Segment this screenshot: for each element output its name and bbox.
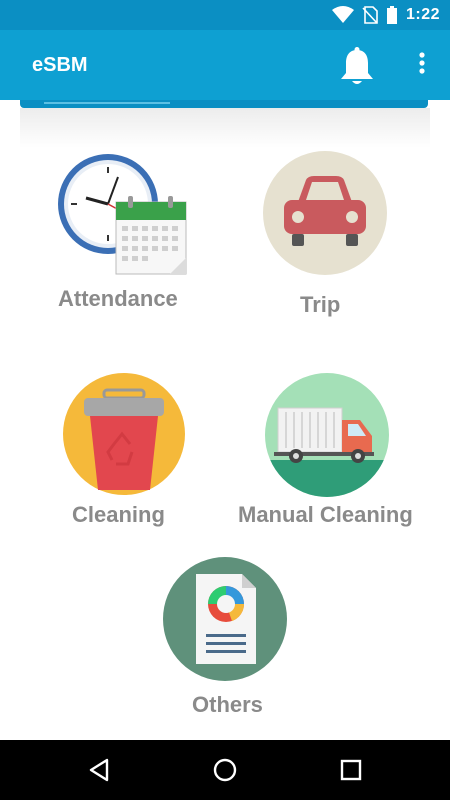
- overflow-menu-icon[interactable]: [410, 50, 434, 80]
- navigation-bar: [0, 740, 450, 800]
- trip-tile[interactable]: Trip: [260, 150, 390, 325]
- back-icon[interactable]: [87, 757, 113, 783]
- clock-calendar-icon: [58, 154, 187, 275]
- collapsed-panel: [20, 100, 428, 108]
- status-icons: 1:22: [331, 6, 440, 24]
- cleaning-tile[interactable]: Cleaning: [60, 372, 190, 532]
- trip-label: Trip: [300, 292, 341, 317]
- cleaning-label: Cleaning: [72, 502, 165, 527]
- home-icon[interactable]: [212, 757, 238, 783]
- no-sim-icon: [362, 6, 378, 24]
- card-shadow: [20, 108, 430, 148]
- status-time: 1:22: [405, 6, 440, 23]
- app-title: eSBM: [32, 54, 88, 76]
- app-bar: eSBM: [0, 30, 450, 100]
- recents-icon[interactable]: [338, 757, 364, 783]
- status-bar: 1:22: [0, 0, 450, 30]
- attendance-label: Attendance: [58, 286, 178, 311]
- wifi-icon: [331, 6, 354, 23]
- others-tile[interactable]: Others: [160, 556, 290, 721]
- manual-cleaning-tile[interactable]: Manual Cleaning: [236, 372, 422, 532]
- panel-indicator: [44, 102, 170, 104]
- trash-bin-icon: [63, 373, 185, 495]
- manual-cleaning-label: Manual Cleaning: [238, 502, 413, 527]
- battery-icon: [386, 6, 397, 24]
- others-label: Others: [192, 692, 263, 717]
- report-document-icon: [163, 557, 287, 681]
- attendance-tile[interactable]: Attendance: [50, 152, 195, 322]
- truck-icon: [265, 373, 389, 497]
- car-icon: [263, 151, 387, 275]
- bell-icon[interactable]: [338, 46, 376, 86]
